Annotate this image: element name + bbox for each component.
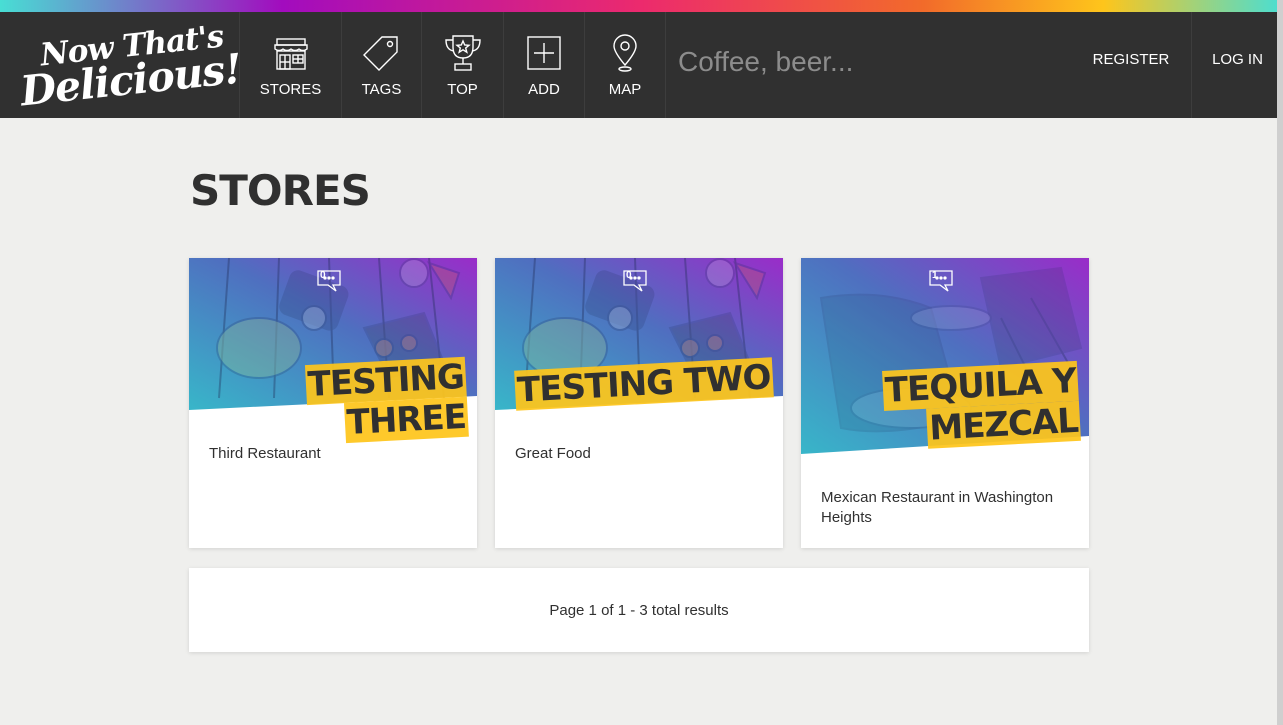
store-name[interactable]: TESTING THREE [189, 356, 469, 451]
pagination: Page 1 of 1 - 3 total results [189, 568, 1089, 652]
store-hero-image: 0 TESTING THREE [189, 258, 477, 454]
top-nav: Now That's Delicious! STORES TAGS TOP AD… [0, 12, 1283, 118]
store-name[interactable]: TEQUILA Y MEZCAL [877, 360, 1081, 451]
store-name-text: TESTING THREE [304, 356, 469, 444]
page-title: STORES [190, 166, 371, 215]
nav-item-stores[interactable]: STORES [240, 12, 342, 118]
nav-item-tags[interactable]: TAGS [342, 12, 422, 118]
comment-count[interactable]: 0 [623, 270, 647, 292]
logo[interactable]: Now That's Delicious! [0, 12, 243, 118]
comment-icon [623, 270, 647, 292]
comment-icon [929, 270, 953, 292]
register-link[interactable]: REGISTER [1071, 0, 1191, 118]
window-edge [1277, 0, 1283, 725]
login-label: LOG IN [1212, 50, 1263, 68]
store-card[interactable]: 0 TESTING TWO Great Food [495, 258, 783, 548]
nav-label: STORES [259, 80, 322, 98]
store-card[interactable]: 0 TESTING THREE Third Restaurant [189, 258, 477, 548]
comment-icon [317, 270, 341, 292]
store-icon [273, 37, 308, 70]
pagination-text: Page 1 of 1 - 3 total results [549, 601, 729, 619]
add-icon [527, 35, 561, 70]
nav-label: MAP [608, 80, 642, 98]
store-hero-image: 0 TESTING TWO [495, 258, 783, 454]
nav-item-top[interactable]: TOP [422, 12, 504, 118]
comment-count[interactable]: 0 [317, 270, 341, 292]
store-hero-image: 1 TEQUILA Y MEZCAL [801, 258, 1089, 478]
map-pin-icon [613, 33, 637, 72]
store-description: Great Food [515, 445, 591, 462]
trophy-icon [444, 34, 481, 71]
store-description: Third Restaurant [209, 445, 321, 462]
search-box [666, 12, 1066, 118]
nav-item-add[interactable]: ADD [504, 12, 585, 118]
tag-icon [362, 35, 398, 71]
store-card[interactable]: 1 TEQUILA Y MEZCAL Mexican Restaurant in… [801, 258, 1089, 548]
store-description: Mexican Restaurant in Washington Heights [821, 489, 1054, 526]
login-link[interactable]: LOG IN [1191, 12, 1283, 118]
nav-item-map[interactable]: MAP [585, 12, 666, 118]
store-name-text: TEQUILA Y MEZCAL [882, 360, 1081, 449]
search-input[interactable] [678, 46, 1058, 78]
nav-label: ADD [528, 80, 560, 98]
nav-label: TOP [447, 80, 478, 98]
comment-count[interactable]: 1 [929, 270, 953, 292]
nav-label: TAGS [361, 80, 402, 98]
